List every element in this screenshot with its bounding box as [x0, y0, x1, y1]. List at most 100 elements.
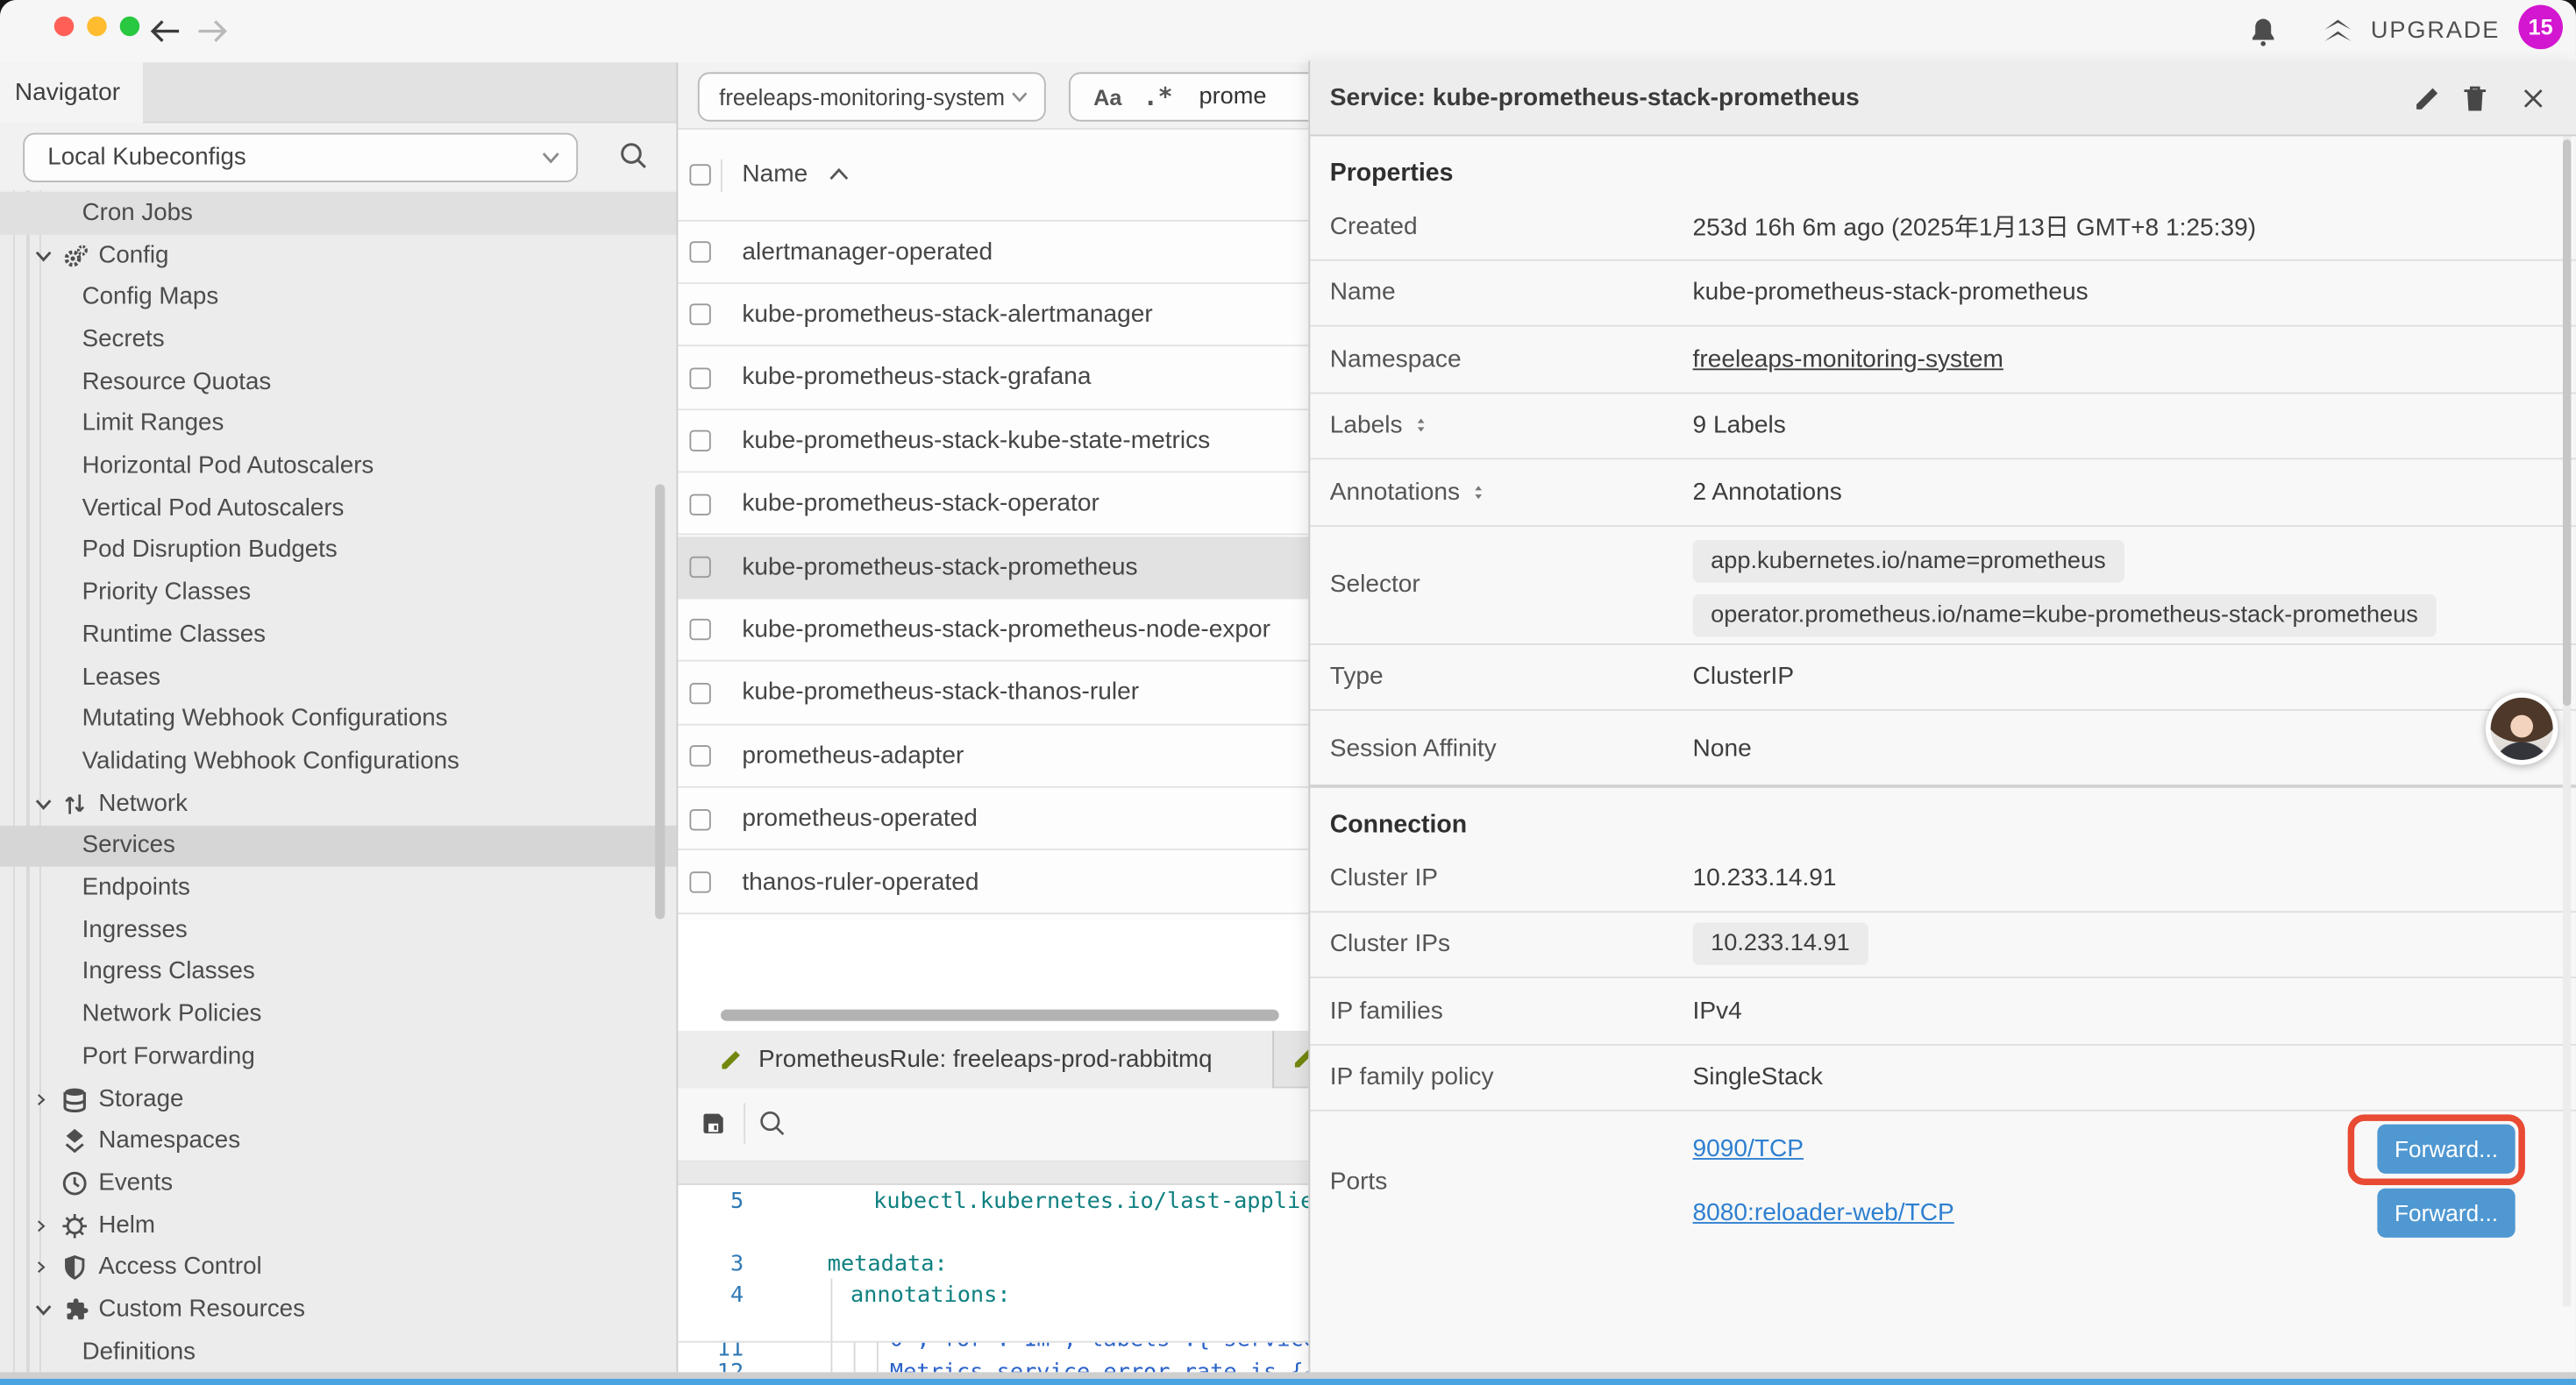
sidebar-item-mutating-webhook-configurations[interactable]: Mutating Webhook Configurations: [0, 699, 676, 741]
notifications-button[interactable]: [2249, 0, 2277, 62]
traffic-light-minimize-icon[interactable]: [87, 17, 106, 36]
search-icon[interactable]: [619, 141, 649, 171]
sidebar-item-namespaces[interactable]: Namespaces: [0, 1120, 676, 1162]
sidebar-item-definitions[interactable]: Definitions: [0, 1331, 676, 1372]
sidebar-item-horizontal-pod-autoscalers[interactable]: Horizontal Pod Autoscalers: [0, 445, 676, 487]
row-checkbox[interactable]: [689, 808, 710, 829]
port-link[interactable]: 9090/TCP: [1693, 1135, 1804, 1163]
namespace-link[interactable]: freeleaps-monitoring-system: [1693, 345, 2003, 373]
table-row-alertmanager-operated[interactable]: alertmanager-operated: [678, 221, 1308, 284]
sidebar-item-label: Port Forwarding: [82, 1044, 255, 1070]
table-row-kube-prometheus-stack-kube-state-metrics[interactable]: kube-prometheus-stack-kube-state-metrics: [678, 410, 1308, 473]
tab-navigator[interactable]: Navigator: [0, 62, 143, 123]
close-icon[interactable]: [2522, 86, 2544, 109]
row-checkbox[interactable]: [689, 620, 710, 641]
avatar[interactable]: [2486, 692, 2558, 764]
sidebar-item-services[interactable]: Services: [0, 825, 676, 867]
traffic-light-zoom-icon[interactable]: [120, 17, 139, 36]
table-row-kube-prometheus-stack-prometheus[interactable]: kube-prometheus-stack-prometheus: [678, 536, 1308, 599]
sidebar-item-cron-jobs[interactable]: Cron Jobs: [0, 192, 676, 234]
filter-input[interactable]: Aa .* prome: [1069, 72, 1308, 121]
kubeconfig-selector[interactable]: Local Kubeconfigs: [23, 133, 578, 182]
row-checkbox[interactable]: [689, 367, 710, 388]
row-checkbox[interactable]: [689, 683, 710, 704]
table-row-thanos-ruler-operated[interactable]: thanos-ruler-operated: [678, 851, 1308, 914]
sidebar-item-pod-disruption-budgets[interactable]: Pod Disruption Budgets: [0, 529, 676, 572]
chevron-right-icon[interactable]: [34, 1261, 47, 1275]
sidebar-item-ingress-classes[interactable]: Ingress Classes: [0, 951, 676, 993]
detail-row-created: Created253d 16h 6m ago (2025年1月13日 GMT+8…: [1310, 194, 2576, 260]
line-number: 3: [678, 1250, 744, 1276]
sidebar-item-config-maps[interactable]: Config Maps: [0, 276, 676, 318]
table-row-kube-prometheus-stack-prometheus-node-expor[interactable]: kube-prometheus-stack-prometheus-node-ex…: [678, 599, 1308, 662]
sidebar-item-network-policies[interactable]: Network Policies: [0, 993, 676, 1035]
sidebar-item-endpoints[interactable]: Endpoints: [0, 867, 676, 909]
editor-search-icon[interactable]: [758, 1110, 786, 1138]
horizontal-scrollbar[interactable]: [721, 1010, 1279, 1021]
sidebar-item-priority-classes[interactable]: Priority Classes: [0, 572, 676, 614]
sidebar-item-limit-ranges[interactable]: Limit Ranges: [0, 403, 676, 445]
sidebar-item-events[interactable]: Events: [0, 1162, 676, 1204]
chevron-down-icon[interactable]: [34, 1301, 53, 1319]
sidebar-item-config[interactable]: Config: [0, 234, 676, 276]
row-checkbox[interactable]: [689, 241, 710, 262]
table-row-prometheus-adapter[interactable]: prometheus-adapter: [678, 725, 1308, 788]
chevron-down-icon[interactable]: [34, 246, 53, 265]
sidebar-item-runtime-classes[interactable]: Runtime Classes: [0, 614, 676, 656]
sidebar-item-port-forwarding[interactable]: Port Forwarding: [0, 1036, 676, 1078]
sidebar-item-access-control[interactable]: Access Control: [0, 1246, 676, 1289]
forward-button[interactable]: [194, 11, 233, 51]
regex-icon[interactable]: .*: [1143, 82, 1173, 112]
table-row-kube-prometheus-stack-thanos-ruler[interactable]: kube-prometheus-stack-thanos-ruler: [678, 662, 1308, 725]
detail-scrollbar[interactable]: [2563, 139, 2571, 706]
forward-button[interactable]: Forward...: [2377, 1125, 2515, 1174]
save-icon[interactable]: [700, 1110, 728, 1138]
editor-tab-prometheusrule[interactable]: PrometheusRule: freeleaps-prod-rabbitmq: [678, 1031, 1274, 1089]
row-checkbox[interactable]: [689, 557, 710, 578]
chevron-right-icon[interactable]: [34, 1092, 47, 1105]
table-row-prometheus-operated[interactable]: prometheus-operated: [678, 788, 1308, 851]
sidebar-item-network[interactable]: Network: [0, 783, 676, 825]
sidebar-item-helm[interactable]: Helm: [0, 1204, 676, 1246]
sidebar-item-custom-resources[interactable]: Custom Resources: [0, 1289, 676, 1331]
chevron-down-icon[interactable]: [34, 795, 53, 813]
notifications-count-badge[interactable]: 15: [2518, 5, 2563, 50]
editor-tab-2-pencil-icon[interactable]: [1292, 1048, 1309, 1070]
table-row-kube-prometheus-stack-grafana[interactable]: kube-prometheus-stack-grafana: [678, 347, 1308, 410]
yaml-editor[interactable]: 3metadata:4annotations:5kubectl.kubernet…: [678, 1185, 1308, 1372]
row-checkbox[interactable]: [689, 745, 710, 766]
sort-icon[interactable]: [1414, 418, 1429, 433]
sidebar-scrollbar[interactable]: [655, 484, 665, 919]
traffic-light-close-icon[interactable]: [54, 17, 74, 36]
row-checkbox[interactable]: [689, 871, 710, 892]
sidebar-item-leases[interactable]: Leases: [0, 656, 676, 698]
line-number: 11: [678, 1341, 744, 1356]
column-header-name[interactable]: Name: [742, 160, 808, 188]
row-checkbox[interactable]: [689, 494, 710, 515]
row-checkbox[interactable]: [689, 430, 710, 451]
detail-value: 2 Annotations: [1693, 478, 1842, 506]
namespace-selector[interactable]: freeleaps-monitoring-system: [698, 72, 1046, 121]
sidebar-item-storage[interactable]: Storage: [0, 1078, 676, 1120]
sidebar-item-secrets[interactable]: Secrets: [0, 318, 676, 360]
sort-ascending-icon[interactable]: [829, 167, 849, 181]
edit-pencil-icon[interactable]: [2414, 83, 2442, 111]
row-checkbox[interactable]: [689, 304, 710, 325]
sidebar-item-resource-quotas[interactable]: Resource Quotas: [0, 361, 676, 403]
chevron-right-icon[interactable]: [34, 1219, 47, 1232]
match-case-icon[interactable]: Aa: [1093, 84, 1121, 109]
port-link[interactable]: 8080:reloader-web/TCP: [1693, 1198, 1954, 1226]
sidebar-item-vertical-pod-autoscalers[interactable]: Vertical Pod Autoscalers: [0, 487, 676, 529]
back-button[interactable]: [145, 11, 184, 51]
upgrade-button[interactable]: UPGRADE: [2320, 0, 2500, 62]
sort-icon[interactable]: [1471, 485, 1486, 500]
table-row-kube-prometheus-stack-alertmanager[interactable]: kube-prometheus-stack-alertmanager: [678, 284, 1308, 347]
service-name: kube-prometheus-stack-kube-state-metrics: [742, 427, 1210, 455]
sidebar-item-ingresses[interactable]: Ingresses: [0, 909, 676, 951]
table-row-kube-prometheus-stack-operator[interactable]: kube-prometheus-stack-operator: [678, 472, 1308, 536]
delete-trash-icon[interactable]: [2463, 83, 2487, 111]
sidebar-item-validating-webhook-configurations[interactable]: Validating Webhook Configurations: [0, 741, 676, 783]
select-all-checkbox[interactable]: [689, 164, 710, 185]
line-number: 4: [678, 1281, 744, 1307]
forward-button[interactable]: Forward...: [2377, 1188, 2515, 1237]
